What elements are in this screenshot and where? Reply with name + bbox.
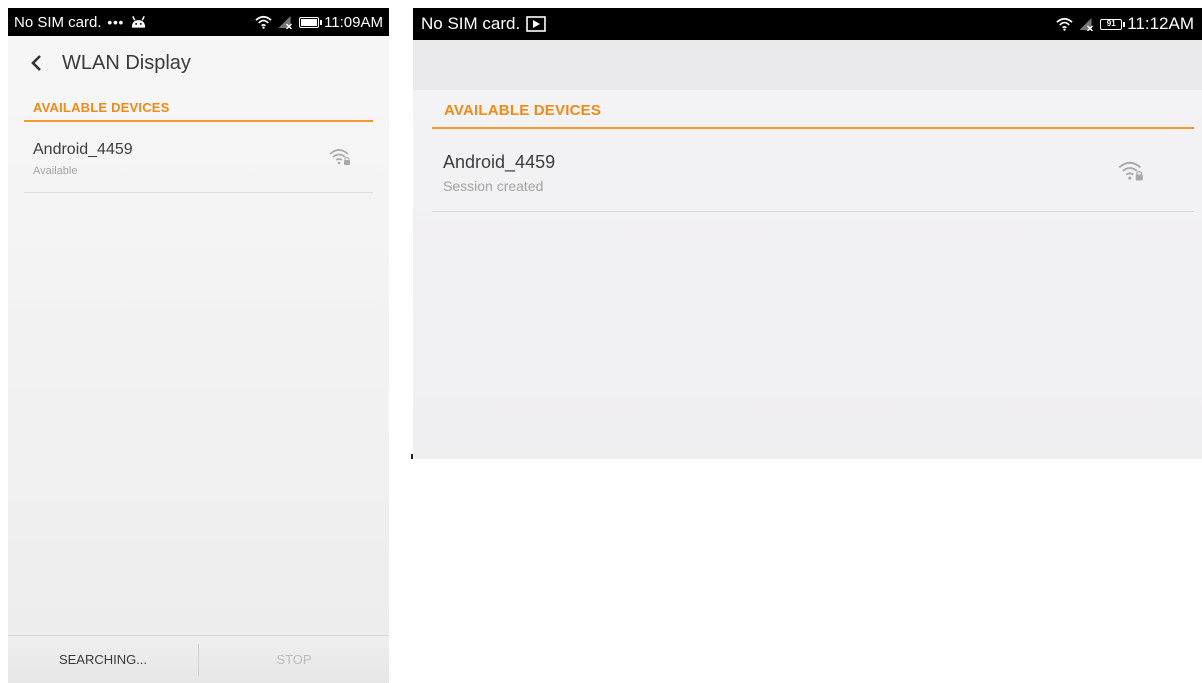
wlan-display-screen-portrait: No SIM card. ••• 11:09AM WLAN Display AV…: [8, 8, 389, 683]
status-bar: No SIM card. 91 11:12AM: [413, 8, 1202, 40]
wifi-signal-icon: [1056, 17, 1073, 31]
bottom-action-bar: SEARCHING... STOP: [8, 635, 389, 683]
battery-icon: [299, 16, 323, 28]
device-status: Available: [33, 165, 78, 177]
wlan-display-screen-landscape: No SIM card. 91 11:12AM AVAILABLE DEVICE…: [413, 8, 1202, 459]
edge-mark: [411, 454, 413, 459]
list-divider: [432, 211, 1194, 212]
battery-icon: 91: [1100, 18, 1126, 30]
wifi-signal-icon: [255, 15, 272, 29]
section-header-available-devices: AVAILABLE DEVICES: [444, 102, 602, 119]
wifi-lock-icon: [1118, 161, 1143, 181]
no-signal-icon: [278, 16, 293, 29]
device-status: Session created: [443, 178, 544, 194]
no-signal-icon: [1079, 18, 1094, 31]
action-bar: [413, 40, 1202, 90]
back-arrow-icon[interactable]: [26, 52, 48, 74]
list-divider: [24, 192, 373, 193]
clock: 11:09AM: [324, 13, 383, 31]
device-name: Android_4459: [33, 141, 133, 158]
android-notification-icon: [132, 15, 146, 28]
list-item-device[interactable]: Android_4459 Available: [24, 122, 373, 192]
clock: 11:12AM: [1127, 14, 1194, 33]
carrier-label: No SIM card.: [421, 14, 521, 33]
searching-button[interactable]: SEARCHING...: [8, 636, 198, 683]
page-title: WLAN Display: [62, 51, 191, 74]
action-bar: WLAN Display: [8, 36, 389, 90]
notification-dots: •••: [107, 14, 125, 30]
status-bar: No SIM card. ••• 11:09AM: [8, 8, 389, 36]
wifi-lock-icon: [329, 149, 350, 165]
device-name: Android_4459: [443, 152, 556, 172]
screen-cast-icon: [526, 16, 547, 32]
stop-button[interactable]: STOP: [199, 636, 389, 683]
carrier-label: No SIM card.: [14, 13, 102, 31]
section-header-available-devices: AVAILABLE DEVICES: [33, 100, 170, 115]
list-item-device[interactable]: Android_4459 Session created: [432, 129, 1194, 211]
